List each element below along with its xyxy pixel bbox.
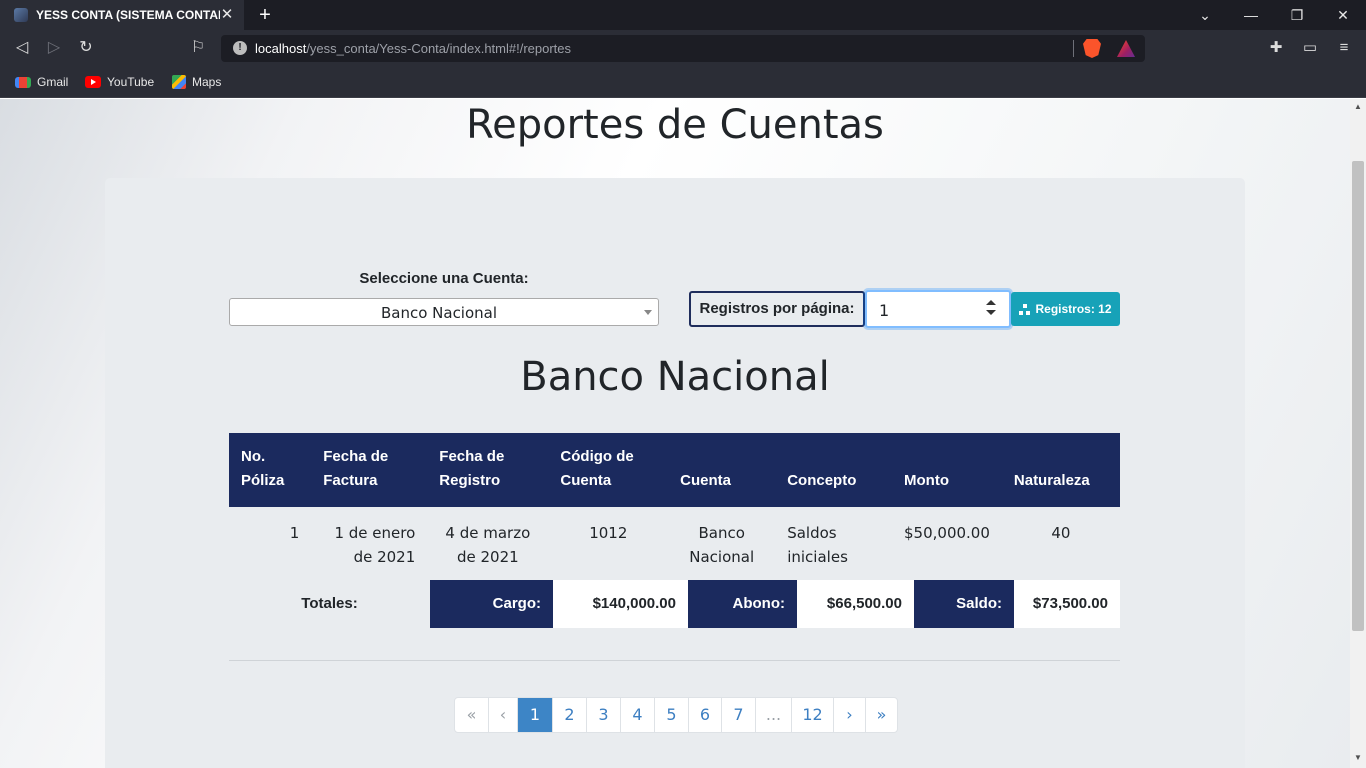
- wallet-icon[interactable]: ▭: [1298, 36, 1322, 60]
- abono-label: Abono:: [688, 580, 797, 628]
- last-page-button[interactable]: »: [865, 698, 897, 732]
- header-codigo-cuenta: Código de Cuenta: [548, 433, 669, 507]
- menu-icon[interactable]: ≡: [1332, 36, 1356, 60]
- header-naturaleza: Naturaleza: [1001, 433, 1120, 507]
- page-button[interactable]: 3: [586, 698, 620, 732]
- header-fecha-registro: Fecha de Registro: [427, 433, 549, 507]
- divider: [229, 660, 1120, 661]
- account-select[interactable]: Banco Nacional: [229, 298, 659, 326]
- cell-no-poliza: 1: [289, 524, 300, 542]
- scroll-up-icon[interactable]: ▲: [1350, 102, 1366, 112]
- account-heading: Banco Nacional: [520, 354, 830, 400]
- account-select-value: Banco Nacional: [380, 304, 498, 322]
- cell-concepto: Saldos iniciales: [787, 524, 848, 566]
- page-button[interactable]: 2: [552, 698, 586, 732]
- bookmark-gmail[interactable]: Gmail: [15, 73, 68, 91]
- table-row: 1 1 de enero de 2021 4 de marzo de 2021 …: [229, 507, 1120, 579]
- new-tab-button[interactable]: +: [254, 4, 276, 26]
- chevron-down-icon: [644, 310, 652, 315]
- per-page-label: Registros por página:: [689, 291, 865, 327]
- records-count-button[interactable]: Registros: 12: [1011, 292, 1120, 326]
- close-window-icon[interactable]: ✕: [1320, 0, 1366, 30]
- page-title: Reportes de Cuentas: [466, 102, 884, 148]
- header-monto: Monto: [892, 433, 1002, 507]
- bookmark-maps[interactable]: Maps: [172, 73, 221, 91]
- cell-fecha-factura: 1 de enero de 2021: [334, 524, 416, 566]
- url-host: localhost: [255, 41, 307, 56]
- prev-page-button[interactable]: ‹: [488, 698, 517, 732]
- saldo-value: $73,500.00: [1014, 580, 1120, 628]
- first-page-button[interactable]: «: [455, 698, 488, 732]
- page-button[interactable]: 12: [791, 698, 833, 732]
- browser-tab-bar: YESS CONTA (SISTEMA CONTABLE ✕ + ⌄ — ❐ ✕: [0, 0, 1366, 30]
- cell-codigo-cuenta: 1012: [589, 524, 628, 542]
- scroll-down-icon[interactable]: ▼: [1350, 753, 1366, 763]
- cargo-label: Cargo:: [430, 580, 553, 628]
- spin-up-icon[interactable]: [986, 300, 996, 305]
- header-fecha-factura: Fecha de Factura: [311, 433, 428, 507]
- site-info-icon[interactable]: !: [233, 41, 247, 55]
- per-page-input[interactable]: 1: [865, 290, 1011, 328]
- back-icon[interactable]: ◁: [10, 36, 34, 60]
- saldo-label: Saldo:: [914, 580, 1014, 628]
- records-count-label: Registros: 12: [1035, 302, 1112, 316]
- close-tab-icon[interactable]: ✕: [218, 6, 236, 24]
- page-button[interactable]: 5: [654, 698, 688, 732]
- page-ellipsis: ...: [755, 698, 791, 732]
- minimize-window-icon[interactable]: —: [1228, 0, 1274, 30]
- cargo-value: $140,000.00: [553, 580, 688, 628]
- abono-value: $66,500.00: [797, 580, 914, 628]
- page-viewport: Reportes de Cuentas Seleccione una Cuent…: [0, 99, 1350, 768]
- bookmark-label: Maps: [192, 75, 222, 89]
- header-cuenta: Cuenta: [668, 433, 776, 507]
- header-no-poliza: No. Póliza: [229, 433, 312, 507]
- number-spinner[interactable]: [985, 300, 997, 318]
- restore-window-icon[interactable]: ❐: [1274, 0, 1320, 30]
- brave-rewards-icon[interactable]: [1117, 40, 1135, 57]
- page-button[interactable]: 7: [721, 698, 755, 732]
- tab-search-icon[interactable]: ⌄: [1182, 0, 1228, 30]
- totals-row: Totales: Cargo: $140,000.00 Abono: $66,5…: [229, 580, 1120, 628]
- next-page-button[interactable]: ›: [833, 698, 865, 732]
- report-table: No. Póliza Fecha de Factura Fecha de Reg…: [229, 433, 1120, 579]
- account-select-label: Seleccione una Cuenta:: [359, 270, 529, 287]
- bookmark-label: Gmail: [37, 75, 69, 89]
- url-divider: [1073, 40, 1074, 57]
- maps-icon: [172, 75, 186, 89]
- scrollbar-thumb[interactable]: [1352, 161, 1364, 631]
- pagination: « ‹ 1 2 3 4 5 6 7 ... 12 › »: [454, 697, 898, 733]
- page-button[interactable]: 1: [517, 698, 552, 732]
- table-header-row: No. Póliza Fecha de Factura Fecha de Reg…: [229, 433, 1120, 507]
- forward-icon[interactable]: ▷: [42, 36, 66, 60]
- reload-icon[interactable]: ↻: [74, 36, 98, 60]
- sitemap-icon: [1019, 303, 1031, 315]
- spin-down-icon[interactable]: [986, 310, 996, 315]
- cell-cuenta: Banco Nacional: [689, 524, 755, 566]
- cell-fecha-registro: 4 de marzo de 2021: [445, 524, 531, 566]
- gmail-icon: [15, 76, 31, 88]
- bookmarks-bar: Gmail YouTube Maps: [0, 66, 1366, 98]
- vertical-scrollbar[interactable]: ▲ ▼: [1350, 99, 1366, 768]
- youtube-icon: [85, 76, 101, 88]
- address-bar[interactable]: ! localhost/yess_conta/Yess-Conta/index.…: [221, 35, 1145, 62]
- page-button[interactable]: 6: [688, 698, 721, 732]
- bookmark-youtube[interactable]: YouTube: [85, 73, 154, 91]
- per-page-value: 1: [879, 301, 890, 320]
- browser-toolbar: ◁ ▷ ↻ ⚐ ! localhost/yess_conta/Yess-Cont…: [0, 30, 1366, 66]
- bookmark-label: YouTube: [107, 75, 155, 89]
- cell-monto: $50,000.00: [904, 524, 990, 542]
- cell-naturaleza: 40: [1051, 524, 1071, 542]
- header-concepto: Concepto: [775, 433, 892, 507]
- page-button[interactable]: 4: [620, 698, 654, 732]
- totals-label: Totales:: [229, 580, 430, 628]
- tab-title: YESS CONTA (SISTEMA CONTABLE: [36, 8, 220, 22]
- extensions-icon[interactable]: ✚: [1264, 36, 1288, 60]
- browser-tab[interactable]: YESS CONTA (SISTEMA CONTABLE ✕: [0, 0, 244, 30]
- brave-shields-icon[interactable]: [1083, 39, 1101, 58]
- bookmark-icon[interactable]: ⚐: [186, 36, 210, 60]
- url-path: /yess_conta/Yess-Conta/index.html#!/repo…: [306, 41, 572, 56]
- url-text[interactable]: localhost/yess_conta/Yess-Conta/index.ht…: [255, 41, 571, 56]
- site-favicon-icon: [14, 8, 28, 22]
